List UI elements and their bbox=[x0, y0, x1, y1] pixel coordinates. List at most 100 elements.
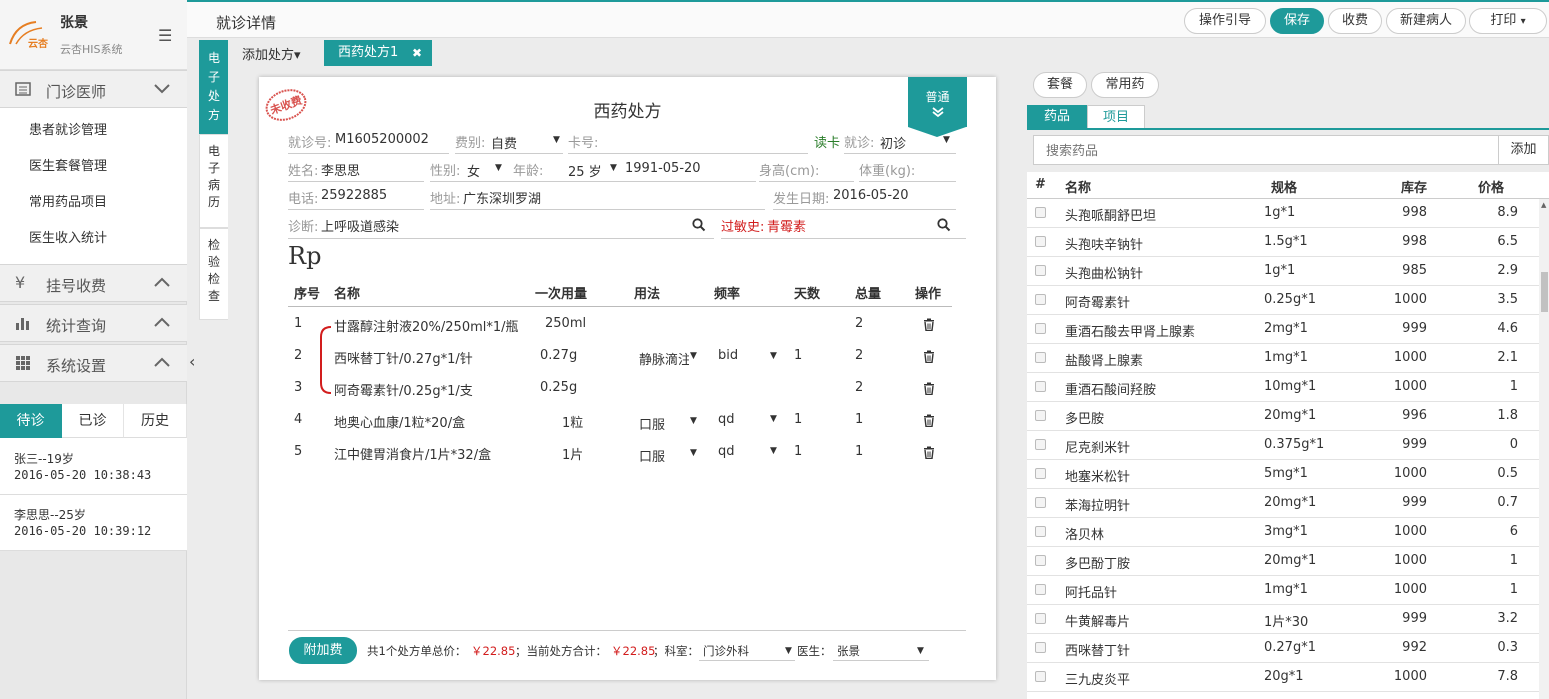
table-row[interactable]: 洛贝林 3mg*1 1000 6 bbox=[1027, 518, 1539, 547]
row-checkbox[interactable] bbox=[1035, 584, 1046, 595]
tab-waiting[interactable]: 待诊 bbox=[0, 404, 62, 438]
diagnosis-field[interactable]: 上呼吸道感染 bbox=[321, 216, 399, 235]
trash-icon[interactable] bbox=[923, 318, 935, 331]
table-row[interactable]: 重酒石酸间羟胺 10mg*1 1000 1 bbox=[1027, 373, 1539, 402]
tab-items[interactable]: 项目 bbox=[1087, 105, 1145, 129]
frequency-select[interactable]: qd bbox=[718, 444, 735, 459]
address-field[interactable]: 广东深圳罗湖 bbox=[463, 188, 541, 207]
frequency-select[interactable]: bid bbox=[718, 348, 738, 363]
usage-select[interactable]: 口服 bbox=[639, 446, 665, 465]
package-button[interactable]: 套餐 bbox=[1033, 72, 1087, 98]
row-checkbox[interactable] bbox=[1035, 642, 1046, 653]
table-row[interactable]: 头孢哌酮舒巴坦 1g*1 998 8.9 bbox=[1027, 199, 1539, 228]
row-checkbox[interactable] bbox=[1035, 236, 1046, 247]
dose-field[interactable]: 0.27g bbox=[540, 348, 577, 363]
common-drugs-button[interactable]: 常用药 bbox=[1091, 72, 1159, 98]
fee-type-select[interactable]: 自费 bbox=[491, 133, 517, 152]
table-row[interactable]: 阿奇霉素针 0.25g*1 1000 3.5 bbox=[1027, 286, 1539, 315]
patient-name-field[interactable]: 李思思 bbox=[321, 160, 360, 179]
trash-icon[interactable] bbox=[923, 446, 935, 459]
doctor-select[interactable]: 张景 bbox=[837, 643, 860, 659]
search-icon[interactable] bbox=[692, 218, 706, 232]
table-row[interactable]: 苯海拉明针 20mg*1 999 0.7 bbox=[1027, 489, 1539, 518]
list-item[interactable]: 李思思--25岁 2016-05-20 10:39:12 bbox=[0, 495, 187, 551]
hamburger-menu-icon[interactable]: ☰ bbox=[158, 26, 172, 45]
close-icon[interactable]: ✖ bbox=[412, 40, 422, 66]
nav-item-common-drugs[interactable]: 常用药品项目 bbox=[29, 191, 107, 210]
tab-e-medical-record[interactable]: 电子病历 bbox=[199, 134, 228, 228]
table-row[interactable]: 三九皮炎平 20g*1 1000 7.8 bbox=[1027, 663, 1539, 692]
row-checkbox[interactable] bbox=[1035, 555, 1046, 566]
total-field[interactable]: 1 bbox=[855, 412, 863, 427]
usage-select[interactable]: 静脉滴注 bbox=[639, 349, 689, 368]
days-field[interactable]: 1 bbox=[794, 412, 802, 427]
add-prescription-dropdown[interactable]: 添加处方▾ bbox=[242, 44, 301, 63]
days-field[interactable]: 1 bbox=[794, 444, 802, 459]
print-button[interactable]: 打印 ▾ bbox=[1469, 8, 1547, 34]
table-row[interactable]: 牛黄解毒片 1片*30 999 3.2 bbox=[1027, 605, 1539, 634]
row-checkbox[interactable] bbox=[1035, 265, 1046, 276]
onset-date-field[interactable]: 2016-05-20 bbox=[833, 188, 909, 203]
nav-section-registration[interactable]: ¥ 挂号收费 bbox=[0, 264, 187, 302]
scrollbar-thumb[interactable] bbox=[1541, 272, 1548, 312]
tab-visited[interactable]: 已诊 bbox=[62, 404, 124, 438]
drug-search-box[interactable] bbox=[1033, 135, 1499, 165]
sex-select[interactable]: 女 bbox=[467, 161, 480, 180]
trash-icon[interactable] bbox=[923, 350, 935, 363]
save-button[interactable]: 保存 bbox=[1270, 8, 1324, 34]
birth-date-field[interactable]: 1991-05-20 bbox=[625, 161, 701, 176]
row-checkbox[interactable] bbox=[1035, 294, 1046, 305]
trash-icon[interactable] bbox=[923, 382, 935, 395]
list-item[interactable]: 张三--19岁 2016-05-20 10:38:43 bbox=[0, 439, 187, 495]
search-input[interactable] bbox=[1034, 136, 1498, 164]
nav-section-stats[interactable]: 统计查询 bbox=[0, 304, 187, 342]
dose-field[interactable]: 1粒 bbox=[562, 412, 583, 431]
tab-e-prescription[interactable]: 电子处方 bbox=[199, 40, 228, 134]
trash-icon[interactable] bbox=[923, 414, 935, 427]
total-field[interactable]: 1 bbox=[855, 444, 863, 459]
tab-lab-tests[interactable]: 检验检查 bbox=[199, 228, 228, 320]
tab-drugs[interactable]: 药品 bbox=[1027, 105, 1087, 129]
dose-field[interactable]: 1片 bbox=[562, 444, 583, 463]
days-field[interactable]: 1 bbox=[794, 348, 802, 363]
table-row[interactable]: 多巴酚丁胺 20mg*1 1000 1 bbox=[1027, 547, 1539, 576]
table-row[interactable]: 多巴胺 20mg*1 996 1.8 bbox=[1027, 402, 1539, 431]
phone-field[interactable]: 25922885 bbox=[321, 188, 387, 203]
table-row[interactable]: 头孢曲松钠针 1g*1 985 2.9 bbox=[1027, 257, 1539, 286]
usage-select[interactable]: 口服 bbox=[639, 414, 665, 433]
row-checkbox[interactable] bbox=[1035, 323, 1046, 334]
charge-button[interactable]: 收费 bbox=[1328, 8, 1382, 34]
row-checkbox[interactable] bbox=[1035, 439, 1046, 450]
age-select[interactable]: 25 岁 bbox=[568, 161, 602, 180]
nav-section-doctor[interactable]: 门诊医师 bbox=[0, 70, 187, 108]
extra-fee-button[interactable]: 附加费 bbox=[289, 637, 357, 664]
nav-section-settings[interactable]: 系统设置 bbox=[0, 344, 187, 382]
tab-western-prescription-1[interactable]: 西药处方1 ✖ bbox=[324, 40, 432, 66]
search-icon[interactable] bbox=[937, 218, 951, 232]
nav-item-income-stats[interactable]: 医生收入统计 bbox=[29, 227, 107, 246]
table-row[interactable]: 西咪替丁针 0.27g*1 992 0.3 bbox=[1027, 634, 1539, 663]
nav-item-patient-visits[interactable]: 患者就诊管理 bbox=[29, 119, 107, 138]
row-checkbox[interactable] bbox=[1035, 352, 1046, 363]
dose-field[interactable]: 250ml bbox=[545, 316, 586, 331]
table-row[interactable]: 阿托品针 1mg*1 1000 1 bbox=[1027, 576, 1539, 605]
scroll-up-icon[interactable]: ▲ bbox=[1541, 201, 1546, 209]
total-field[interactable]: 2 bbox=[855, 348, 863, 363]
dose-field[interactable]: 0.25g bbox=[540, 380, 577, 395]
row-checkbox[interactable] bbox=[1035, 613, 1046, 624]
row-checkbox[interactable] bbox=[1035, 207, 1046, 218]
row-checkbox[interactable] bbox=[1035, 468, 1046, 479]
row-checkbox[interactable] bbox=[1035, 671, 1046, 682]
row-checkbox[interactable] bbox=[1035, 497, 1046, 508]
add-button[interactable]: 添加 bbox=[1499, 135, 1549, 165]
guide-button[interactable]: 操作引导 bbox=[1184, 8, 1266, 34]
table-row[interactable]: 重酒石酸去甲肾上腺素 2mg*1 999 4.6 bbox=[1027, 315, 1539, 344]
tab-history[interactable]: 历史 bbox=[124, 404, 187, 438]
allergy-field[interactable]: 青霉素 bbox=[767, 216, 806, 235]
prescription-type-ribbon[interactable]: 普通 bbox=[908, 77, 967, 127]
row-checkbox[interactable] bbox=[1035, 410, 1046, 421]
visit-type-select[interactable]: 初诊 bbox=[880, 133, 906, 152]
total-field[interactable]: 2 bbox=[855, 380, 863, 395]
table-row[interactable]: 尼克刹米针 0.375g*1 999 0 bbox=[1027, 431, 1539, 460]
table-row[interactable]: 盐酸肾上腺素 1mg*1 1000 2.1 bbox=[1027, 344, 1539, 373]
